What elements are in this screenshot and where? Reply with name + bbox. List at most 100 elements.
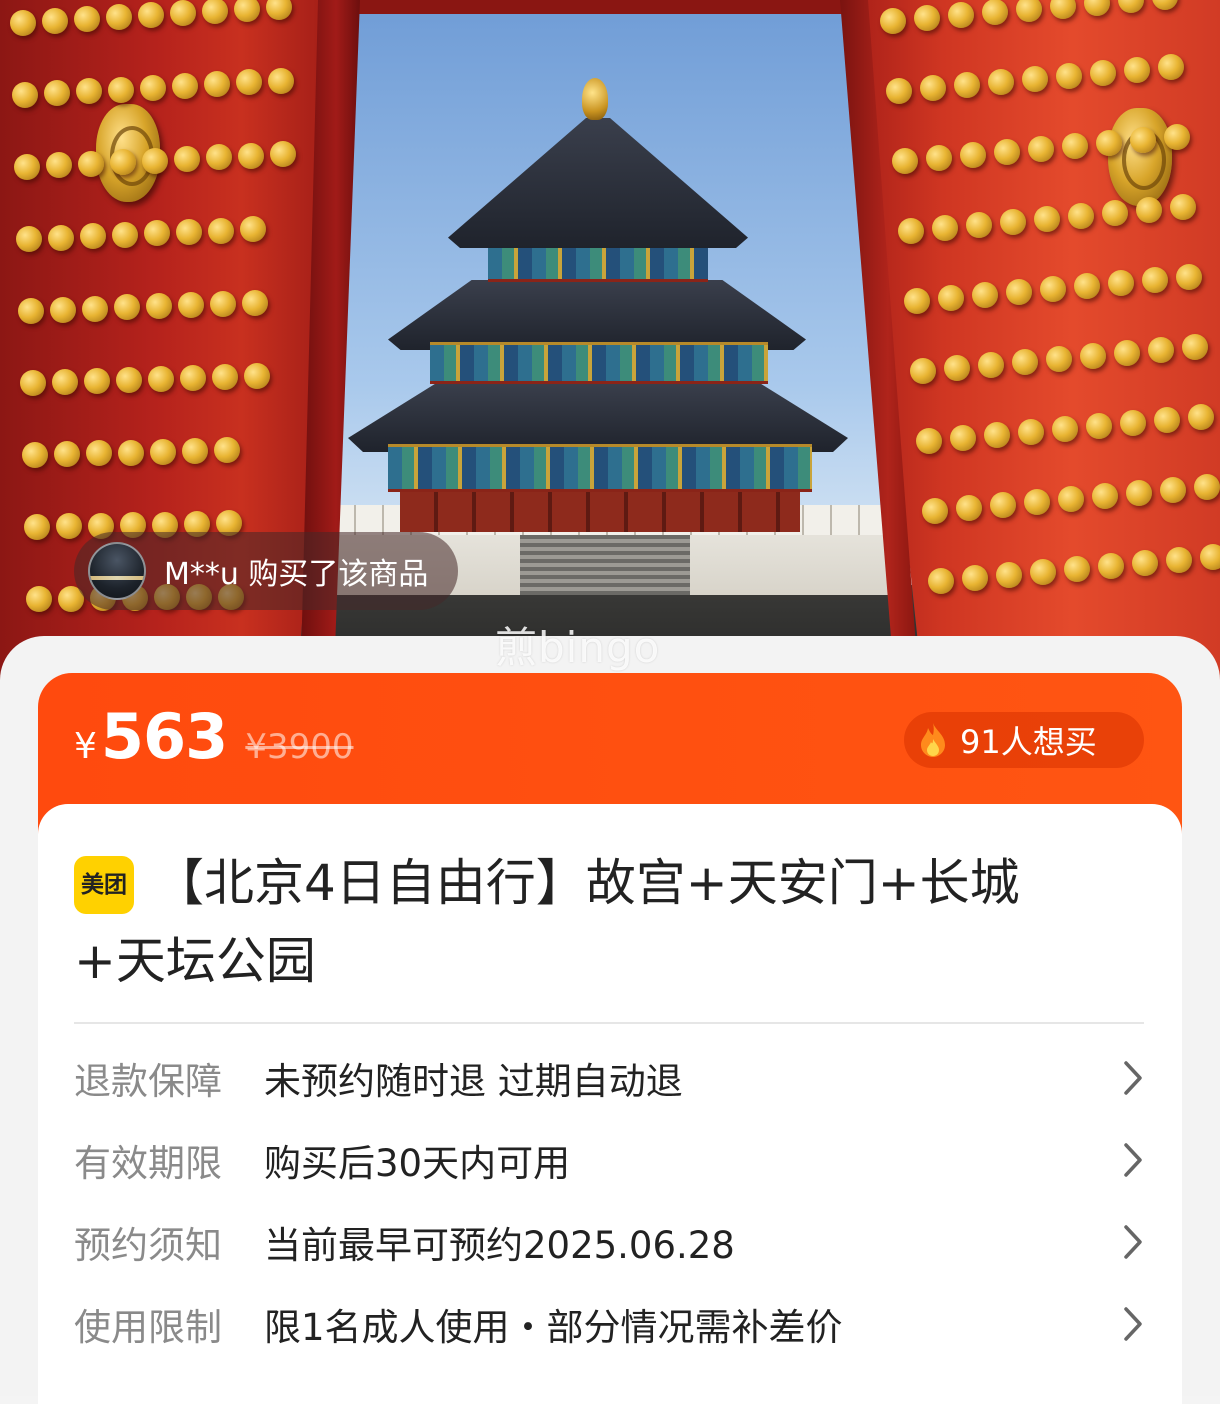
door-stud xyxy=(1164,124,1190,150)
door-stud xyxy=(20,370,46,396)
info-value: 未预约随时退 过期自动退 xyxy=(264,1060,683,1103)
door-stud xyxy=(42,8,68,34)
door-stud xyxy=(966,212,992,238)
hero-image[interactable]: M**u 购买了该商品 xyxy=(0,0,1220,700)
door-stud xyxy=(10,10,36,36)
door-stud xyxy=(80,223,106,250)
door-stud xyxy=(1052,416,1078,442)
product-card: 美团 【北京4日自由行】故宫+天安门+长城 +天坛公园 退款保障 未预约随时退 过期… xyxy=(38,804,1182,1404)
info-label: 使用限制 xyxy=(74,1306,222,1349)
door-stud xyxy=(1058,486,1084,512)
door-stud xyxy=(148,366,174,392)
door-stud xyxy=(244,363,270,389)
door-stud xyxy=(1006,279,1032,305)
door-stud xyxy=(1136,197,1162,223)
door-stud xyxy=(1062,133,1088,159)
door-stud xyxy=(12,82,38,108)
meituan-badge: 美团 xyxy=(74,856,134,914)
door-stud xyxy=(214,437,240,464)
current-price: 563 xyxy=(100,700,228,773)
door-stud xyxy=(172,73,198,99)
door-stud xyxy=(1130,127,1156,153)
door-stud xyxy=(1086,413,1112,439)
door-stud xyxy=(84,368,110,394)
door-stud xyxy=(1200,544,1220,570)
door-stud xyxy=(892,148,918,174)
product-title-line2: +天坛公园 xyxy=(74,932,316,990)
info-value: 当前最早可预约2025.06.28 xyxy=(264,1224,735,1267)
door-stud xyxy=(54,441,80,468)
door-stud xyxy=(1158,54,1184,80)
door-stud xyxy=(1132,550,1158,576)
door-stud xyxy=(1000,209,1026,235)
door-stud xyxy=(208,217,234,244)
door-stud xyxy=(270,141,296,168)
chevron-right-icon xyxy=(1124,1061,1142,1095)
door-stud xyxy=(978,352,1004,378)
chevron-right-icon xyxy=(1124,1225,1142,1259)
door-stud xyxy=(1028,136,1054,162)
door-stud xyxy=(1040,276,1066,302)
door-stud xyxy=(1108,270,1134,296)
door-stud xyxy=(16,226,42,252)
door-stud xyxy=(138,2,164,28)
door-stud xyxy=(932,215,958,241)
door-stud xyxy=(920,75,946,101)
door-stud xyxy=(914,5,940,31)
door-stud xyxy=(82,295,108,322)
door-stud xyxy=(1102,200,1128,226)
door-stud xyxy=(1176,264,1202,290)
chevron-right-icon xyxy=(1124,1307,1142,1341)
door-stud xyxy=(994,139,1020,165)
door-stud xyxy=(904,288,930,314)
info-row-validity[interactable]: 有效期限 购买后30天内可用 xyxy=(74,1130,1144,1190)
door-stud xyxy=(22,442,48,468)
door-stud xyxy=(960,142,986,168)
door-knocker-icon xyxy=(1108,108,1172,206)
chevron-right-icon xyxy=(1124,1143,1142,1177)
door-stud xyxy=(988,69,1014,95)
door-stud xyxy=(1090,60,1116,86)
door-stud xyxy=(48,224,74,251)
door-stud xyxy=(990,492,1016,518)
door-stud xyxy=(210,290,236,317)
door-stud xyxy=(44,80,70,107)
door-stud xyxy=(898,218,924,244)
door-stud xyxy=(956,495,982,521)
door-stud xyxy=(150,438,176,465)
door-stud xyxy=(1170,194,1196,220)
info-label: 退款保障 xyxy=(74,1060,222,1103)
door-stud xyxy=(1148,337,1174,363)
door-stud xyxy=(50,296,76,323)
door-stud xyxy=(1074,273,1100,299)
door-stud xyxy=(944,355,970,381)
door-stud xyxy=(110,149,136,176)
door-stud xyxy=(982,0,1008,25)
door-stud xyxy=(1080,343,1106,369)
door-stud xyxy=(984,422,1010,448)
door-stud xyxy=(176,219,202,245)
info-row-usage[interactable]: 使用限制 限1名成人使用・部分情况需补差价 xyxy=(74,1294,1144,1354)
door-stud xyxy=(146,293,172,320)
door-stud xyxy=(18,298,44,324)
door-stud xyxy=(238,142,264,169)
door-stud xyxy=(926,145,952,171)
info-value: 限1名成人使用・部分情况需补差价 xyxy=(264,1306,843,1349)
door-stud xyxy=(108,76,134,103)
info-row-booking[interactable]: 预约须知 当前最早可预约2025.06.28 xyxy=(74,1212,1144,1272)
door-stud xyxy=(1068,203,1094,229)
door-stud xyxy=(954,72,980,98)
price-row: ¥ 563 ¥3900 xyxy=(74,700,354,773)
info-label: 预约须知 xyxy=(74,1224,222,1267)
door-stud xyxy=(1046,346,1072,372)
door-stud xyxy=(1142,267,1168,293)
want-count-badge: 91人想买 xyxy=(904,712,1144,768)
door-stud xyxy=(118,439,144,466)
door-stud xyxy=(886,78,912,104)
door-stud xyxy=(174,146,200,172)
door-stud xyxy=(1154,407,1180,433)
door-stud xyxy=(1030,559,1056,585)
info-row-refund[interactable]: 退款保障 未预约随时退 过期自动退 xyxy=(74,1048,1144,1108)
door-stud xyxy=(972,282,998,308)
door-stud xyxy=(996,562,1022,588)
